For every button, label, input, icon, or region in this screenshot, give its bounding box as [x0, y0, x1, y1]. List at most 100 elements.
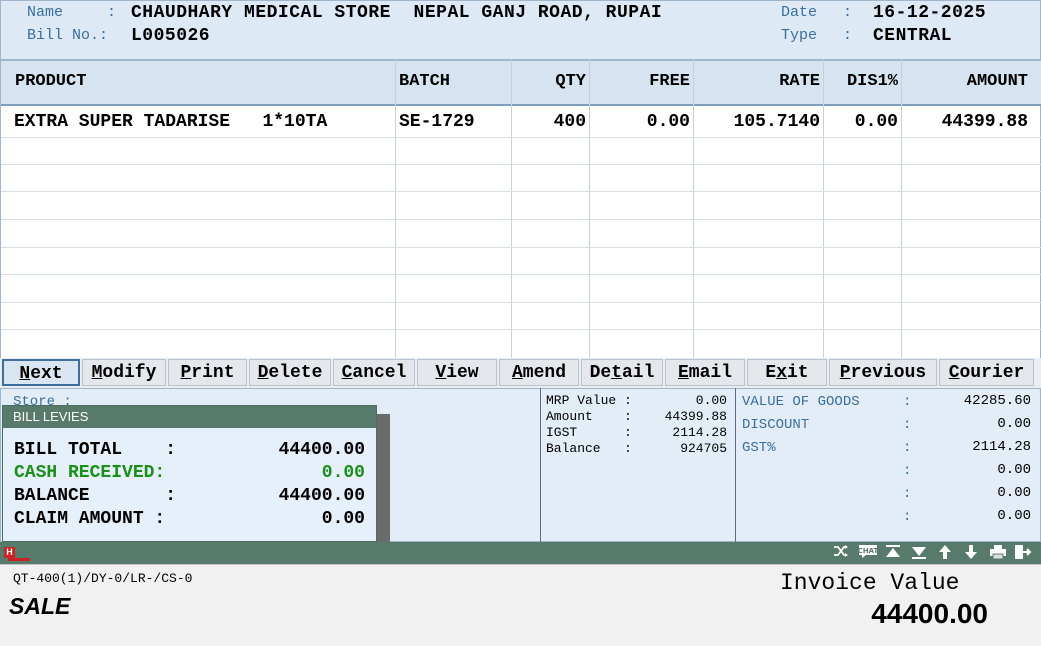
- header-qty[interactable]: QTY: [512, 72, 586, 91]
- bill-levies-title: BILL LEVIES: [3, 406, 376, 428]
- amend-button[interactable]: Amend: [499, 359, 579, 386]
- red-marker: [8, 558, 30, 561]
- row-divider: [1, 302, 1041, 303]
- arrow-bottom-icon[interactable]: [910, 544, 928, 562]
- header-dis[interactable]: DIS1%: [824, 72, 898, 91]
- bill-date[interactable]: 16-12-2025: [873, 3, 986, 23]
- bill-levies-panel[interactable]: BILL LEVIES BILL TOTAL : 44400.00 CASH R…: [2, 405, 377, 542]
- gst-value: 2114.28: [972, 439, 1031, 455]
- cash-received-value[interactable]: 0.00: [203, 463, 365, 483]
- row-divider: [1, 219, 1041, 220]
- cell-rate[interactable]: 105.7140: [694, 112, 820, 132]
- transaction-mode: SALE: [9, 593, 71, 619]
- bill-number[interactable]: L005026: [131, 26, 210, 46]
- footer: QT-400(1)/DY-0/LR-/CS-0 SALE Invoice Val…: [0, 564, 1041, 646]
- extra-value-3: 0.00: [997, 508, 1031, 524]
- email-button[interactable]: Email: [665, 359, 745, 386]
- amount-label: Amount :: [546, 409, 632, 424]
- divider: [735, 388, 736, 542]
- date-colon: :: [843, 4, 853, 21]
- cell-free[interactable]: 0.00: [590, 112, 690, 132]
- header-free[interactable]: FREE: [590, 72, 690, 91]
- printer-icon[interactable]: [988, 544, 1008, 562]
- modify-button[interactable]: Modify: [82, 359, 166, 386]
- row-divider: [1, 329, 1041, 330]
- cell-product[interactable]: EXTRA SUPER TADARISE 1*10TA: [14, 112, 327, 132]
- previous-button[interactable]: Previous: [829, 359, 937, 386]
- print-button[interactable]: Print: [168, 359, 247, 386]
- quantity-code: QT-400(1)/DY-0/LR-/CS-0: [13, 571, 193, 586]
- invoice-value: 44400.00: [871, 598, 988, 629]
- col-dis: [824, 60, 902, 358]
- header-batch[interactable]: BATCH: [399, 72, 450, 91]
- row-divider: [1, 274, 1041, 275]
- bill-header: Name : CHAUDHARY MEDICAL STORE NEPAL GAN…: [0, 0, 1041, 60]
- courier-button[interactable]: Courier: [939, 359, 1034, 386]
- colon: :: [903, 417, 912, 433]
- col-qty: [512, 60, 590, 358]
- product-grid[interactable]: PRODUCT BATCH QTY FREE RATE DIS1% AMOUNT…: [0, 60, 1041, 358]
- next-button[interactable]: Next: [2, 359, 80, 386]
- header-rate[interactable]: RATE: [694, 72, 820, 91]
- cancel-button[interactable]: Cancel: [333, 359, 415, 386]
- cell-batch[interactable]: SE-1729: [399, 112, 475, 132]
- arrow-down-icon[interactable]: [962, 544, 980, 562]
- party-name[interactable]: CHAUDHARY MEDICAL STORE NEPAL GANJ ROAD,…: [131, 3, 662, 23]
- cash-received-label: CASH RECEIVED:: [14, 463, 166, 483]
- cell-dis[interactable]: 0.00: [824, 112, 898, 132]
- col-batch: [396, 60, 512, 358]
- amount-value: 44399.88: [664, 409, 727, 424]
- shuffle-icon[interactable]: [832, 544, 850, 562]
- invoice-value-label: Invoice Value: [780, 570, 960, 596]
- view-button[interactable]: View: [417, 359, 497, 386]
- col-rate: [694, 60, 824, 358]
- colon: :: [903, 394, 912, 410]
- igst-label: IGST :: [546, 425, 632, 440]
- h-badge-icon: H: [4, 547, 15, 558]
- bill-total-label: BILL TOTAL :: [14, 440, 177, 460]
- header-amount[interactable]: AMOUNT: [902, 72, 1028, 91]
- colon: :: [903, 509, 912, 525]
- chat-icon[interactable]: CHAT: [857, 544, 879, 562]
- detail-button[interactable]: Detail: [581, 359, 663, 386]
- discount-value: 0.00: [997, 416, 1031, 432]
- claim-amount-label: CLAIM AMOUNT :: [14, 509, 166, 529]
- delete-button[interactable]: Delete: [249, 359, 331, 386]
- action-bar: Next Modify Print Delete Cancel View Ame…: [0, 358, 1041, 388]
- value-of-goods-label: VALUE OF GOODS: [742, 394, 860, 410]
- igst-value: 2114.28: [672, 425, 727, 440]
- exit-button[interactable]: Exit: [747, 359, 827, 386]
- header-product[interactable]: PRODUCT: [15, 72, 86, 91]
- value-of-goods: 42285.60: [963, 393, 1031, 409]
- bill-total-value: 44400.00: [278, 440, 365, 460]
- svg-text:CHAT: CHAT: [858, 547, 878, 555]
- balance-levy-value: 44400.00: [278, 486, 365, 506]
- bill-label: Bill No.:: [27, 27, 109, 44]
- balance-label: Balance :: [546, 441, 632, 456]
- exit-icon[interactable]: [1014, 544, 1032, 562]
- arrow-up-icon[interactable]: [936, 544, 954, 562]
- colon: :: [903, 440, 912, 456]
- mrp-value: 0.00: [695, 393, 727, 408]
- cell-amount[interactable]: 44399.88: [902, 112, 1028, 132]
- col-free: [590, 60, 694, 358]
- cell-qty[interactable]: 400: [512, 112, 586, 132]
- colon: :: [903, 486, 912, 502]
- name-colon: :: [107, 4, 117, 21]
- name-label: Name: [27, 4, 64, 21]
- gst-label: GST%: [742, 440, 776, 456]
- arrow-top-icon[interactable]: [884, 544, 902, 562]
- bill-type[interactable]: CENTRAL: [873, 26, 952, 46]
- col-product: [1, 60, 396, 358]
- date-label: Date: [781, 4, 818, 21]
- discount-label: DISCOUNT: [742, 417, 810, 433]
- row-divider: [1, 164, 1041, 165]
- row-divider: [1, 191, 1041, 192]
- claim-amount-value: 0.00: [321, 509, 365, 529]
- extra-value-2: 0.00: [997, 485, 1031, 501]
- divider: [540, 388, 541, 542]
- mrp-value-label: MRP Value :: [546, 393, 632, 408]
- extra-value-1: 0.00: [997, 462, 1031, 478]
- colon: :: [903, 463, 912, 479]
- balance-value: 924705: [680, 441, 727, 456]
